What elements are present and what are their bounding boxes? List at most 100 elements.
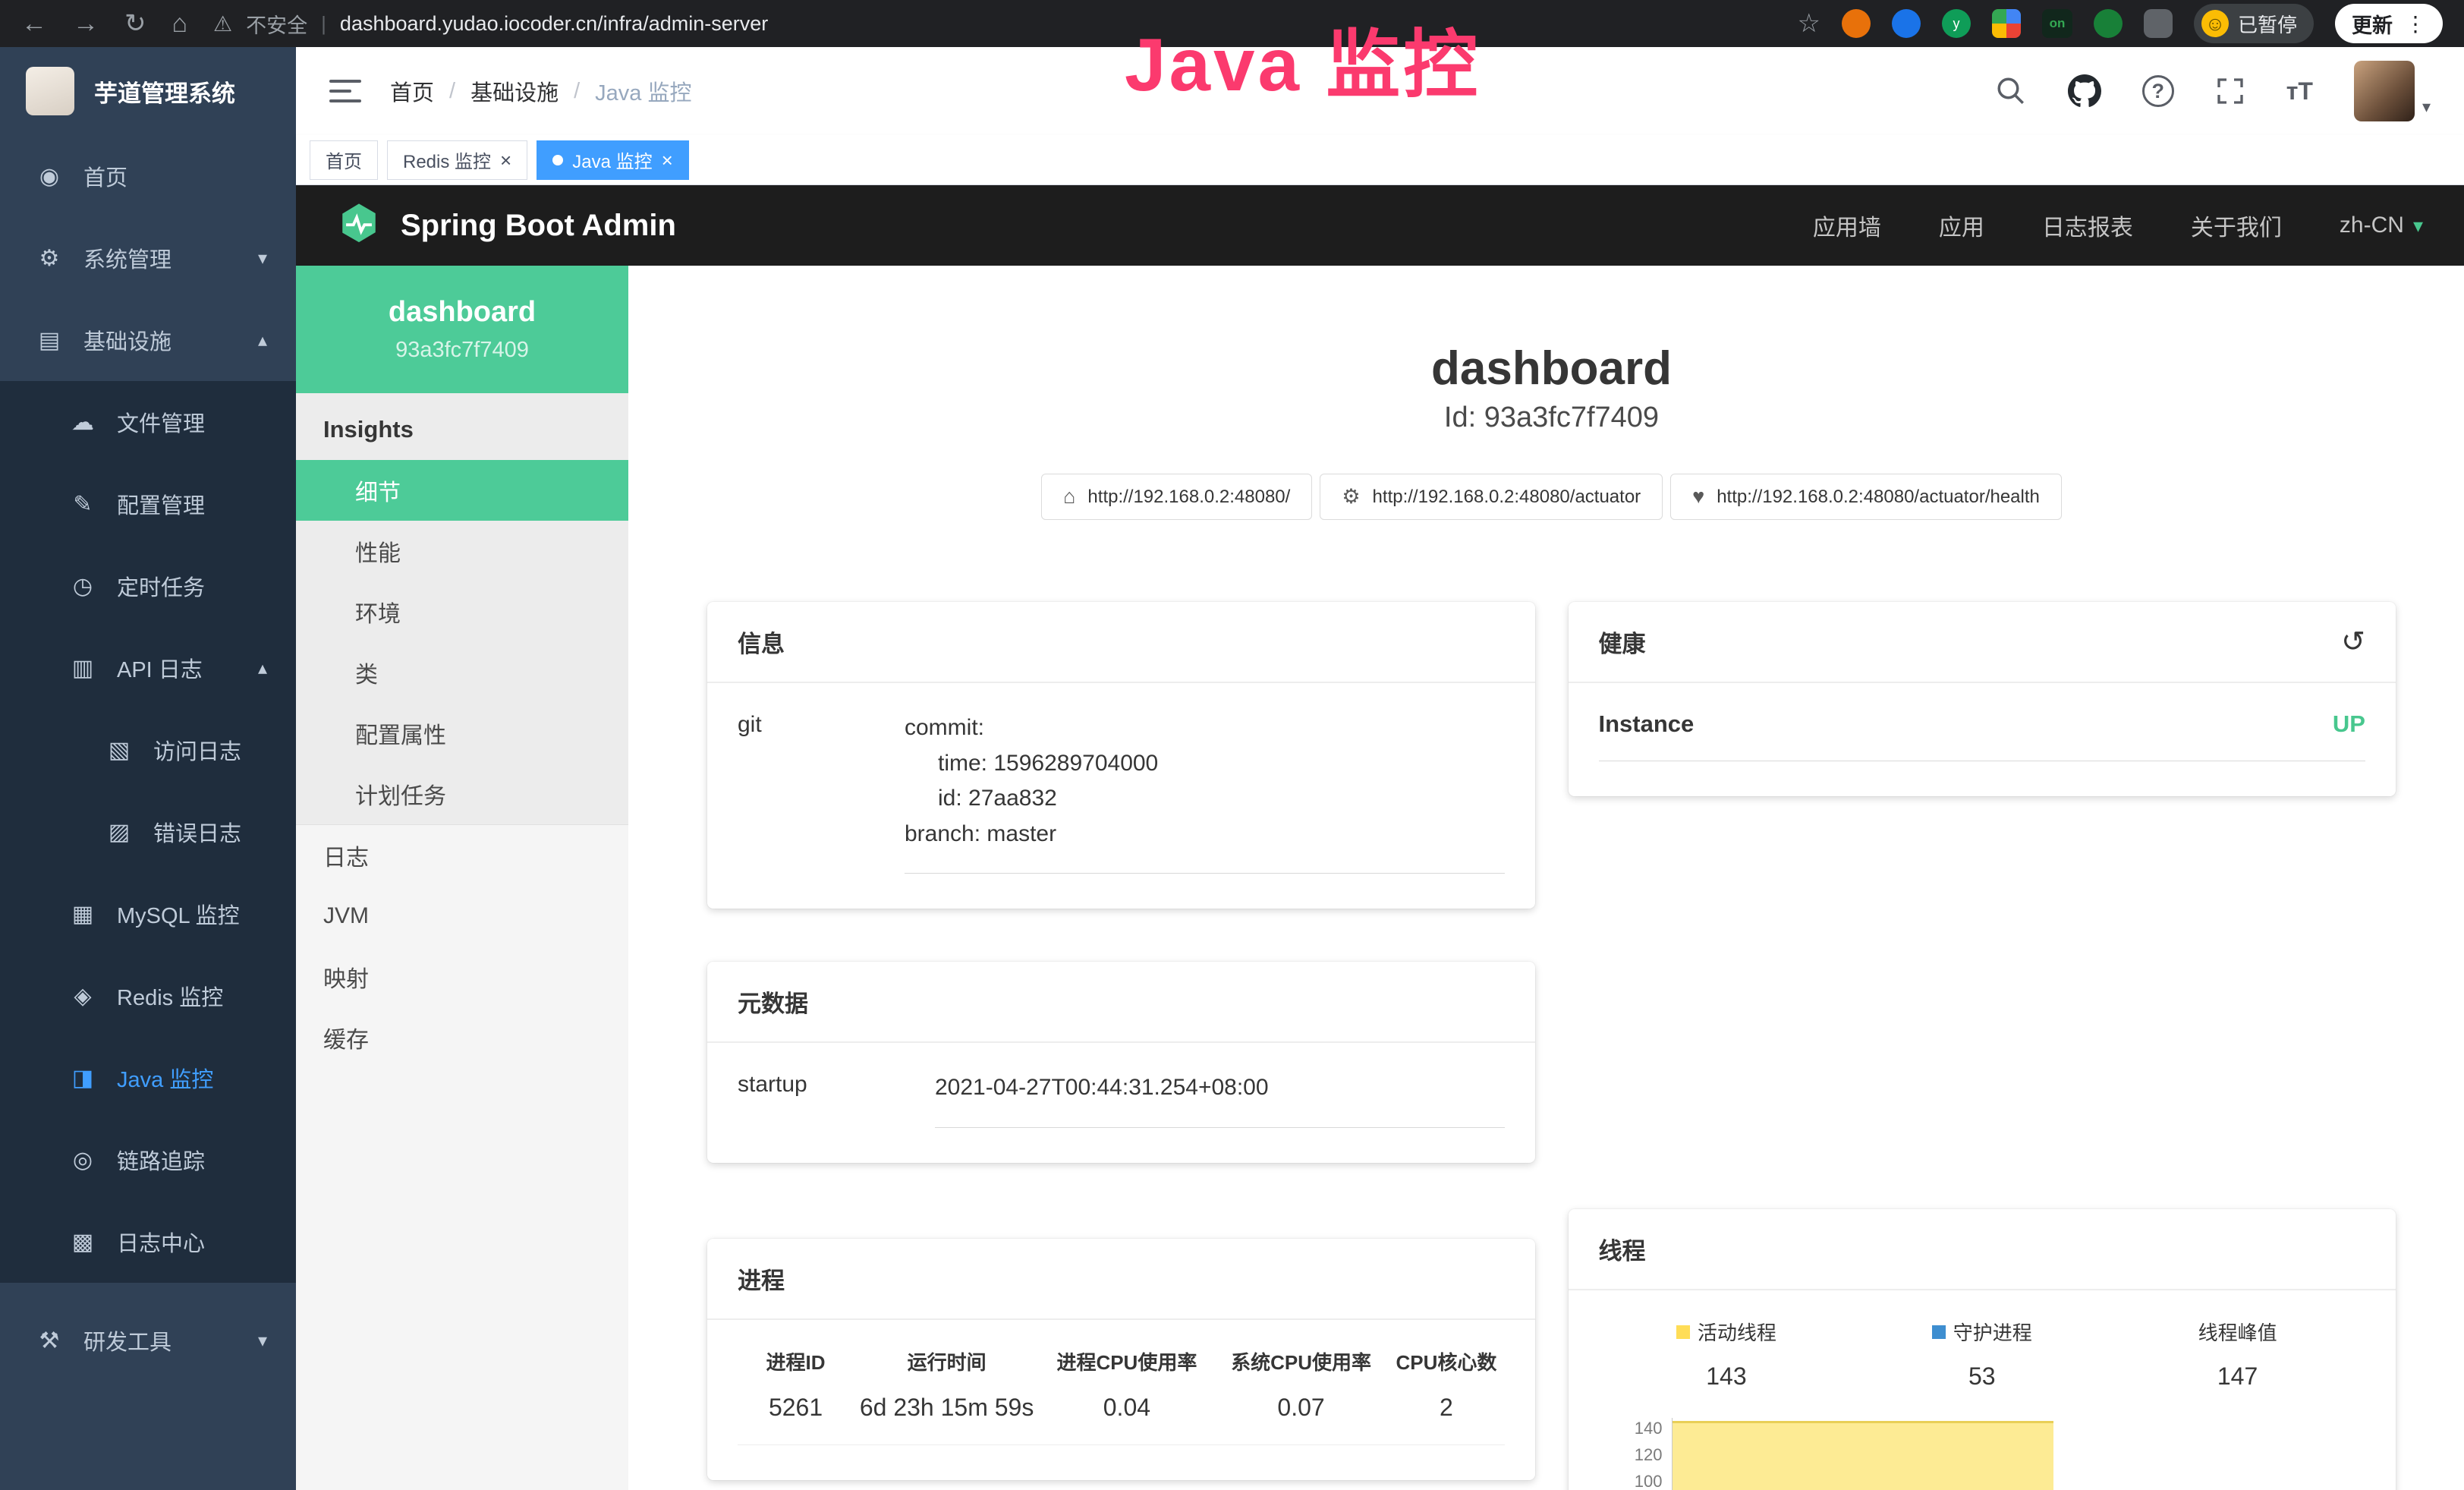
pencil-icon: ✎	[67, 491, 99, 518]
close-icon[interactable]: ×	[500, 150, 511, 170]
sba-nav-journal[interactable]: 日志报表	[2042, 209, 2133, 242]
chevron-down-icon: ▾	[258, 1330, 267, 1352]
sba-brand-title[interactable]: Spring Boot Admin	[401, 209, 676, 243]
browser-reload-icon[interactable]: ↻	[124, 11, 146, 36]
sidebar-item-log-center[interactable]: ▩ 日志中心	[0, 1201, 296, 1283]
tools-icon: ⚒	[33, 1328, 65, 1354]
security-warning-icon[interactable]: ⚠	[213, 11, 232, 36]
breadcrumb-infrastructure[interactable]: 基础设施	[470, 75, 559, 107]
browser-menu-icon[interactable]: ⋮	[2405, 11, 2426, 36]
health-card: 健康 ↺ Instance UP	[1569, 602, 2396, 796]
sidebar-item-label: 访问日志	[153, 734, 241, 766]
history-icon[interactable]: ↺	[2341, 628, 2365, 657]
git-commit-line: commit:	[905, 710, 1505, 746]
sba-sidebar: dashboard 93a3fc7f7409 Insights 细节 性能 环境…	[296, 266, 628, 1490]
sidebar-item-scheduled-jobs[interactable]: ◷ 定时任务	[0, 545, 296, 627]
breadcrumb-home[interactable]: 首页	[390, 75, 434, 107]
extension-icon-grid[interactable]	[1992, 9, 2021, 38]
sba-nav-wallboard[interactable]: 应用墙	[1813, 209, 1881, 242]
extension-icon-orange[interactable]	[1842, 9, 1871, 38]
sba-menu-classes[interactable]: 类	[296, 642, 628, 703]
security-label[interactable]: 不安全	[246, 9, 307, 39]
cloud-icon: ☁	[67, 409, 99, 436]
close-icon[interactable]: ×	[662, 150, 673, 170]
app-logo	[26, 67, 74, 115]
sidebar-item-infrastructure[interactable]: ▤ 基础设施 ▴	[0, 299, 296, 381]
sba-menu-caches[interactable]: 缓存	[296, 1007, 628, 1068]
help-icon[interactable]: ?	[2142, 75, 2174, 107]
tab-bar: 首页 Redis 监控 × Java 监控 ×	[296, 135, 2464, 185]
access-log-icon: ▧	[103, 737, 135, 764]
extension-icon-on-badge[interactable]: on	[2042, 9, 2072, 38]
sba-menu-environment[interactable]: 环境	[296, 581, 628, 642]
sidebar-item-access-logs[interactable]: ▧ 访问日志	[0, 709, 296, 791]
hamburger-icon[interactable]	[329, 80, 361, 102]
sba-language-select[interactable]: zh-CN ▾	[2340, 213, 2423, 238]
browser-toolbar: ← → ↻ ⌂ ⚠ 不安全 | dashboard.yudao.iocoder.…	[0, 0, 2464, 47]
legend-label: 线程峰值	[2198, 1318, 2277, 1346]
sidebar-logo-row[interactable]: 芋道管理系统	[0, 47, 296, 135]
sidebar-item-java-monitor[interactable]: ◨ Java 监控	[0, 1037, 296, 1119]
profile-paused-chip[interactable]: ☺ 已暂停	[2194, 4, 2314, 43]
sidebar-item-file-management[interactable]: ☁ 文件管理	[0, 381, 296, 463]
legend-peak-value: 147	[2110, 1362, 2365, 1391]
sidebar-item-dev-tools[interactable]: ⚒ 研发工具 ▾	[0, 1299, 296, 1381]
sidebar-item-redis-monitor[interactable]: ◈ Redis 监控	[0, 955, 296, 1037]
github-icon[interactable]	[2068, 74, 2101, 108]
browser-update-button[interactable]: 更新 ⋮	[2335, 4, 2443, 43]
sba-body: dashboard 93a3fc7f7409 Insights 细节 性能 环境…	[296, 266, 2464, 1490]
extensions-puzzle-icon[interactable]	[2144, 9, 2173, 38]
avatar[interactable]	[2354, 61, 2415, 121]
sidebar-item-label: 定时任务	[117, 570, 205, 602]
instance-actuator-link[interactable]: ⚙ http://192.168.0.2:48080/actuator	[1320, 474, 1663, 520]
redis-icon: ◈	[67, 983, 99, 1010]
sba-menu-logs[interactable]: 日志	[296, 825, 628, 886]
chevron-up-icon: ▴	[258, 657, 267, 679]
sidebar-item-mysql-monitor[interactable]: ▦ MySQL 监控	[0, 873, 296, 955]
browser-home-icon[interactable]: ⌂	[172, 11, 188, 36]
sba-logo-icon[interactable]	[337, 202, 381, 250]
extension-icon-blue-drop[interactable]	[1892, 9, 1921, 38]
fullscreen-icon[interactable]	[2215, 76, 2245, 106]
extension-icon-leaf[interactable]	[2094, 9, 2123, 38]
sidebar-item-config-management[interactable]: ✎ 配置管理	[0, 463, 296, 545]
font-size-icon[interactable]: тT	[2286, 77, 2313, 106]
sba-nav-applications[interactable]: 应用	[1939, 209, 1984, 242]
sba-menu-config-props[interactable]: 配置属性	[296, 703, 628, 764]
trace-icon: ◎	[67, 1147, 99, 1173]
sidebar-item-error-logs[interactable]: ▨ 错误日志	[0, 791, 296, 873]
instance-health-link[interactable]: ♥ http://192.168.0.2:48080/actuator/heal…	[1670, 474, 2062, 520]
breadcrumb-separator: /	[574, 79, 580, 104]
instance-home-link[interactable]: ⌂ http://192.168.0.2:48080/	[1041, 474, 1312, 520]
process-header: 系统CPU使用率	[1214, 1347, 1389, 1375]
sidebar-item-label: 文件管理	[117, 406, 205, 438]
user-menu[interactable]: ▾	[2354, 61, 2431, 121]
address-bar[interactable]: ⚠ 不安全 | dashboard.yudao.iocoder.cn/infra…	[213, 9, 768, 39]
tab-redis-monitor[interactable]: Redis 监控 ×	[387, 140, 527, 180]
sba-menu-mappings[interactable]: 映射	[296, 947, 628, 1007]
sba-menu-scheduled-tasks[interactable]: 计划任务	[296, 764, 628, 824]
sba-menu-details[interactable]: 细节	[296, 460, 628, 521]
url-text[interactable]: dashboard.yudao.iocoder.cn/infra/admin-s…	[340, 12, 768, 36]
browser-forward-icon[interactable]: →	[73, 11, 99, 36]
bookmark-star-icon[interactable]: ☆	[1798, 11, 1820, 36]
sba-nav-about[interactable]: 关于我们	[2191, 209, 2282, 242]
tab-home[interactable]: 首页	[310, 140, 378, 180]
y-tick: 100	[1635, 1472, 1663, 1490]
sidebar-item-tracing[interactable]: ◎ 链路追踪	[0, 1119, 296, 1201]
sba-menu-metrics[interactable]: 性能	[296, 521, 628, 581]
sidebar-item-home[interactable]: ◉ 首页	[0, 135, 296, 217]
link-label: http://192.168.0.2:48080/actuator	[1373, 487, 1641, 508]
sba-menu-jvm[interactable]: JVM	[296, 886, 628, 947]
sidebar-item-api-logs[interactable]: ▥ API 日志 ▴	[0, 627, 296, 709]
extension-icon-green[interactable]: y	[1942, 9, 1971, 38]
browser-back-icon[interactable]: ←	[21, 11, 47, 36]
sidebar-item-system-management[interactable]: ⚙ 系统管理 ▾	[0, 217, 296, 299]
info-card-title: 信息	[707, 602, 1535, 683]
active-tab-dot	[552, 155, 563, 165]
y-tick: 140	[1635, 1419, 1663, 1438]
search-icon[interactable]	[1995, 75, 2027, 107]
tab-java-monitor[interactable]: Java 监控 ×	[537, 140, 689, 180]
startup-key: startup	[738, 1070, 935, 1128]
sba-instance-block[interactable]: dashboard 93a3fc7f7409	[296, 266, 628, 393]
